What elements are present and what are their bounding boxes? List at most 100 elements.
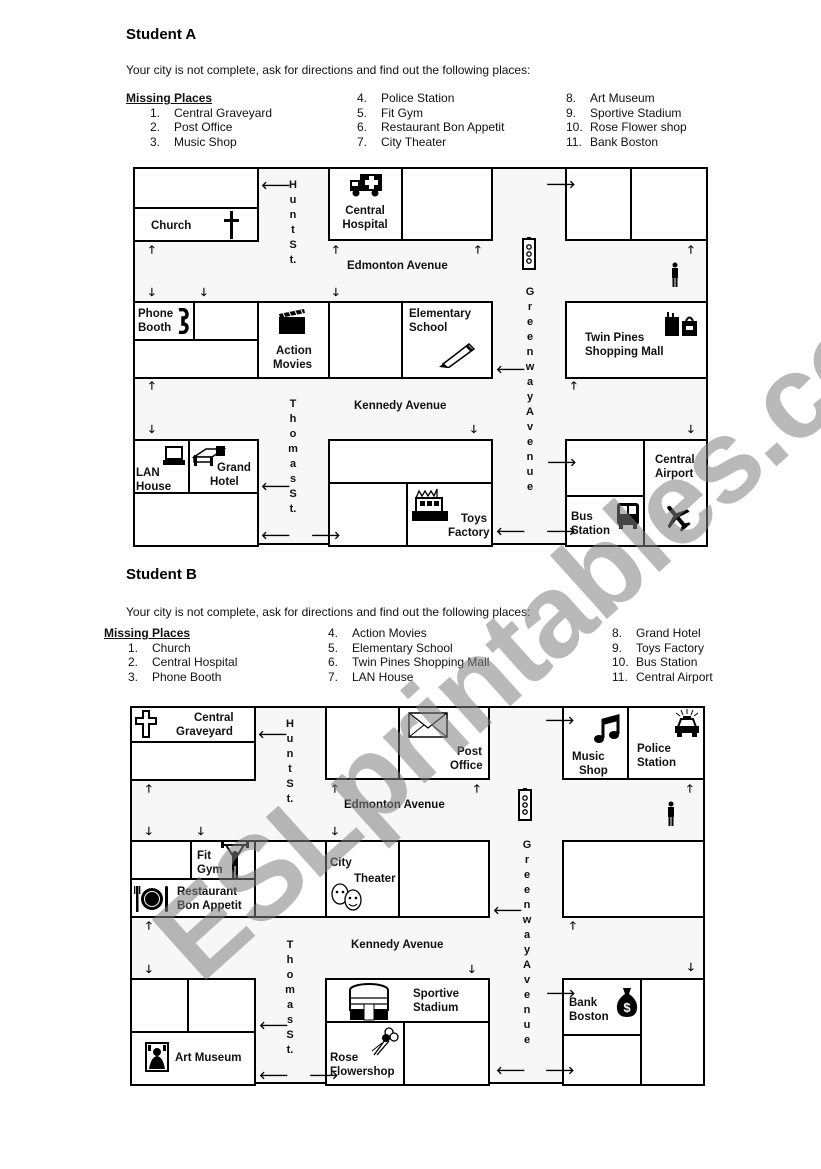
arrow-left-icon: 🡐 — [258, 729, 288, 741]
block-central-graveyard: Central Graveyard — [130, 706, 256, 743]
street-kennedy-avenue: Kennedy Avenue — [354, 400, 447, 412]
arrow-left-icon: 🡐 — [493, 905, 523, 917]
mona-lisa-painting-icon — [145, 1042, 169, 1072]
telephone-icon — [178, 308, 189, 334]
student-b-map: Central Graveyard Post Office Music Shop… — [130, 706, 705, 1086]
block-bus-station: Bus Station — [565, 495, 645, 547]
block-elementary-school: Elementary School — [401, 301, 493, 379]
arrow-up-icon: 🡑 — [475, 244, 481, 256]
block-sportive-stadium: Sportive Stadium — [325, 978, 490, 1023]
block-fit-gym: Fit Gym — [190, 840, 256, 880]
envelope-icon — [408, 712, 448, 738]
weightlifter-icon — [221, 842, 249, 878]
airplane-icon — [667, 505, 691, 532]
arrow-down-icon: 🡓 — [333, 287, 339, 299]
block-central-airport: Central Airport — [643, 439, 708, 547]
block-empty — [130, 978, 189, 1033]
arrow-left-icon: 🡐 — [261, 180, 291, 192]
arrow-up-icon: 🡑 — [570, 920, 576, 932]
arrow-down-icon: 🡓 — [201, 287, 207, 299]
block-empty — [133, 492, 259, 547]
arrow-up-icon: 🡑 — [146, 783, 152, 795]
arrow-right-icon: 🡒 — [546, 179, 576, 191]
block-empty — [640, 978, 705, 1086]
money-bag-icon: $ — [616, 988, 638, 1017]
student-a-intro: Your city is not complete, ask for direc… — [126, 63, 531, 77]
theater-masks-icon — [331, 883, 362, 911]
music-note-icon — [594, 714, 620, 743]
missing-item: 10. Rose Flower shop — [566, 120, 687, 134]
missing-item: 11. Central Airport — [612, 669, 713, 684]
missing-item: 9. Sportive Stadium — [566, 105, 682, 120]
arrow-left-icon: 🡐 — [259, 1020, 289, 1032]
pencil-icon — [439, 343, 476, 368]
arrow-down-icon: 🡓 — [469, 964, 475, 976]
block-post-office: Post Office — [398, 706, 490, 780]
arrow-up-icon: 🡑 — [688, 244, 694, 256]
block-toys-factory: Toys Factory — [406, 482, 493, 547]
block-empty — [403, 1021, 490, 1086]
block-church: Church — [133, 207, 259, 242]
traffic-light-icon — [518, 788, 532, 821]
student-a-heading: Student A — [126, 26, 197, 43]
missing-item: 6. Twin Pines Shopping Mall — [328, 655, 490, 669]
block-grand-hotel: Grand Hotel — [188, 439, 259, 494]
block-action-movies: Action Movies — [257, 301, 330, 379]
block-central-hospital: Central Hospital — [328, 167, 403, 241]
arrow-right-icon: 🡒 — [546, 526, 576, 538]
arrow-down-icon: 🡓 — [688, 424, 694, 436]
street-edmonton-avenue: Edmonton Avenue — [347, 260, 448, 272]
arrow-left-icon: 🡐 — [496, 1065, 526, 1077]
block-restaurant-bon-appetit: Restaurant Bon Appetit — [130, 878, 256, 918]
block-city-theater: City Theater — [325, 840, 400, 918]
missing-item: 5. Fit Gym — [357, 105, 423, 120]
block-empty — [328, 301, 403, 379]
student-a-missing-col3: 8. Art Museum 9. Sportive Stadium 10. Rose … — [566, 91, 687, 149]
block-empty — [325, 706, 400, 780]
missing-item: 9. Toys Factory — [612, 640, 705, 655]
block-empty — [328, 439, 493, 484]
missing-item: 6. Restaurant Bon Appetit — [357, 120, 505, 134]
street-greenway-avenue: Greenway Avenue — [525, 286, 540, 493]
cross-icon — [135, 710, 157, 738]
arrow-up-icon: 🡑 — [687, 783, 693, 795]
block-empty — [130, 840, 192, 880]
block-empty — [630, 167, 708, 241]
shopping-bags-icon — [665, 312, 697, 336]
student-b-missing-col1: Missing Places 1. Church 2. Central Hospit… — [104, 626, 237, 684]
arrow-up-icon: 🡑 — [332, 783, 338, 795]
missing-item: 11. Bank Boston — [566, 134, 659, 149]
student-a-map: Church Central Hospital Phone Booth Acti… — [133, 167, 708, 547]
street-kennedy-avenue: Kennedy Avenue — [351, 939, 444, 951]
block-empty — [398, 840, 490, 918]
svg-text:$: $ — [623, 1000, 631, 1015]
missing-item: 5. Elementary School — [328, 640, 453, 655]
arrow-left-icon: 🡐 — [261, 481, 291, 493]
block-art-museum: Art Museum — [130, 1031, 256, 1086]
bus-icon — [617, 503, 639, 529]
missing-item: 1. Central Graveyard — [150, 105, 273, 120]
arrow-right-icon: 🡒 — [547, 457, 577, 469]
arrow-right-icon: 🡒 — [545, 715, 575, 727]
arrow-down-icon: 🡓 — [146, 826, 152, 838]
block-empty — [401, 167, 493, 241]
block-empty — [254, 840, 327, 918]
missing-item: 3. Music Shop — [150, 134, 237, 149]
block-phone-booth: Phone Booth — [133, 301, 195, 341]
student-a-missing-col1: Missing Places 1. Central Graveyard 2. Pos… — [126, 91, 272, 149]
street-thomas-st: Thomas St. — [285, 939, 300, 1056]
plate-cutlery-icon — [134, 886, 168, 912]
student-b-missing-col2: 4. Action Movies 5. Elementary School 6. Tw… — [328, 626, 489, 684]
block-twin-pines-mall: Twin Pines Shopping Mall — [565, 301, 708, 379]
missing-item: 3. Phone Booth — [128, 669, 222, 684]
arrow-left-icon: 🡐 — [496, 526, 526, 538]
block-empty — [130, 741, 256, 781]
arrow-up-icon: 🡑 — [571, 380, 577, 392]
clapperboard-icon — [279, 309, 305, 334]
block-empty — [565, 439, 645, 497]
missing-item: 8. Art Museum — [566, 91, 655, 105]
arrow-up-icon: 🡑 — [333, 244, 339, 256]
arrow-left-icon: 🡐 — [259, 1070, 289, 1082]
missing-item: 1. Church — [128, 640, 191, 655]
street-edmonton-avenue: Edmonton Avenue — [344, 799, 445, 811]
